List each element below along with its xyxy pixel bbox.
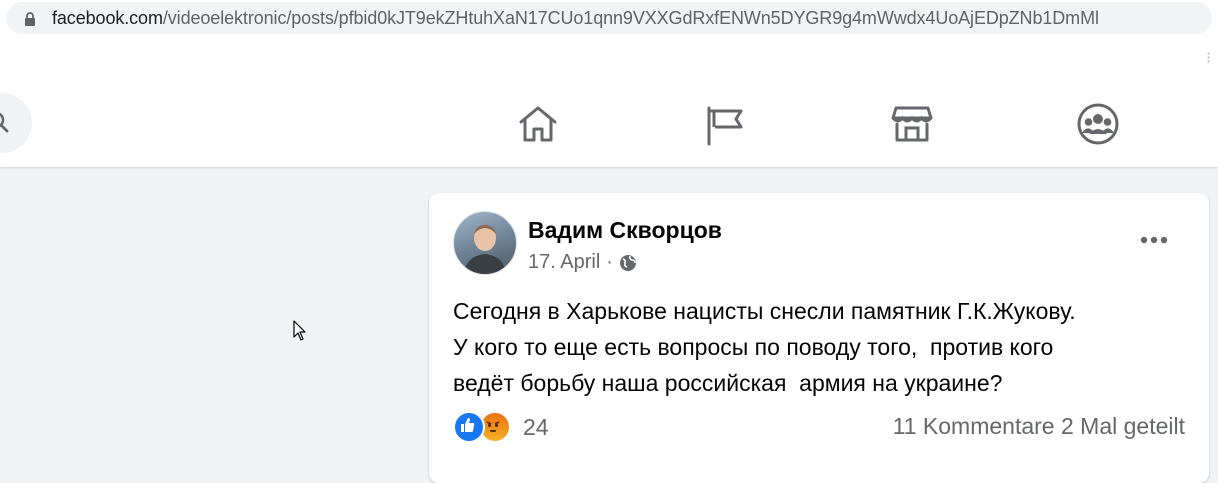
shares-count-link[interactable]: 2 Mal geteilt	[1061, 413, 1185, 439]
post-card: Вадим Скворцов 17. April · Сегодня в Хар…	[429, 193, 1209, 483]
facebook-top-nav	[0, 80, 1218, 167]
search-icon	[0, 112, 9, 133]
post-text-line: У кого то еще есть вопросы по поводу тог…	[453, 334, 1054, 360]
like-reaction-icon	[453, 411, 485, 443]
nav-groups[interactable]	[1023, 80, 1173, 167]
nav-marketplace[interactable]	[837, 80, 987, 167]
url-host: facebook.com	[52, 8, 163, 28]
address-bar[interactable]: facebook.com/videoelektronic/posts/pfbid…	[6, 2, 1212, 34]
reactions-summary[interactable]: 24	[453, 411, 549, 443]
bookmarks-overflow-icon[interactable]: ⁝	[1206, 48, 1214, 68]
post-text-line: Сегодня в Харькове нацисты снесли памятн…	[453, 298, 1076, 324]
groups-icon	[1077, 103, 1119, 144]
search-button[interactable]	[0, 93, 32, 153]
more-options-icon[interactable]	[1139, 233, 1169, 247]
marketplace-icon	[891, 106, 933, 141]
post-author-name[interactable]: Вадим Скворцов	[528, 217, 722, 244]
post-date[interactable]: 17. April	[528, 251, 600, 274]
post-stats: 11 Kommentare 2 Mal geteilt	[893, 413, 1185, 440]
comments-count-link[interactable]: 11 Kommentare	[893, 413, 1055, 439]
globe-icon	[619, 254, 636, 271]
browser-toolbar: facebook.com/videoelektronic/posts/pfbid…	[0, 0, 1218, 36]
pages-flag-icon	[707, 106, 743, 145]
nav-home[interactable]	[463, 80, 613, 167]
mouse-cursor-icon	[293, 320, 306, 341]
author-avatar[interactable]	[453, 211, 517, 275]
post-text: Сегодня в Харькове нацисты снесли памятн…	[453, 293, 1193, 401]
reaction-count: 24	[523, 413, 549, 440]
home-icon	[519, 106, 557, 141]
post-meta: 17. April ·	[528, 251, 637, 274]
bookmarks-bar: ⁝	[0, 36, 1218, 81]
meta-separator: ·	[606, 251, 613, 273]
url-text[interactable]: facebook.com/videoelektronic/posts/pfbid…	[52, 8, 1099, 29]
nav-pages[interactable]	[651, 80, 801, 167]
lock-icon[interactable]	[24, 12, 36, 26]
url-path: /videoelektronic/posts/pfbid0kJT9ekZHtuh…	[162, 8, 1099, 28]
post-text-line: ведёт борьбу наша российская армия на ук…	[453, 370, 1003, 396]
